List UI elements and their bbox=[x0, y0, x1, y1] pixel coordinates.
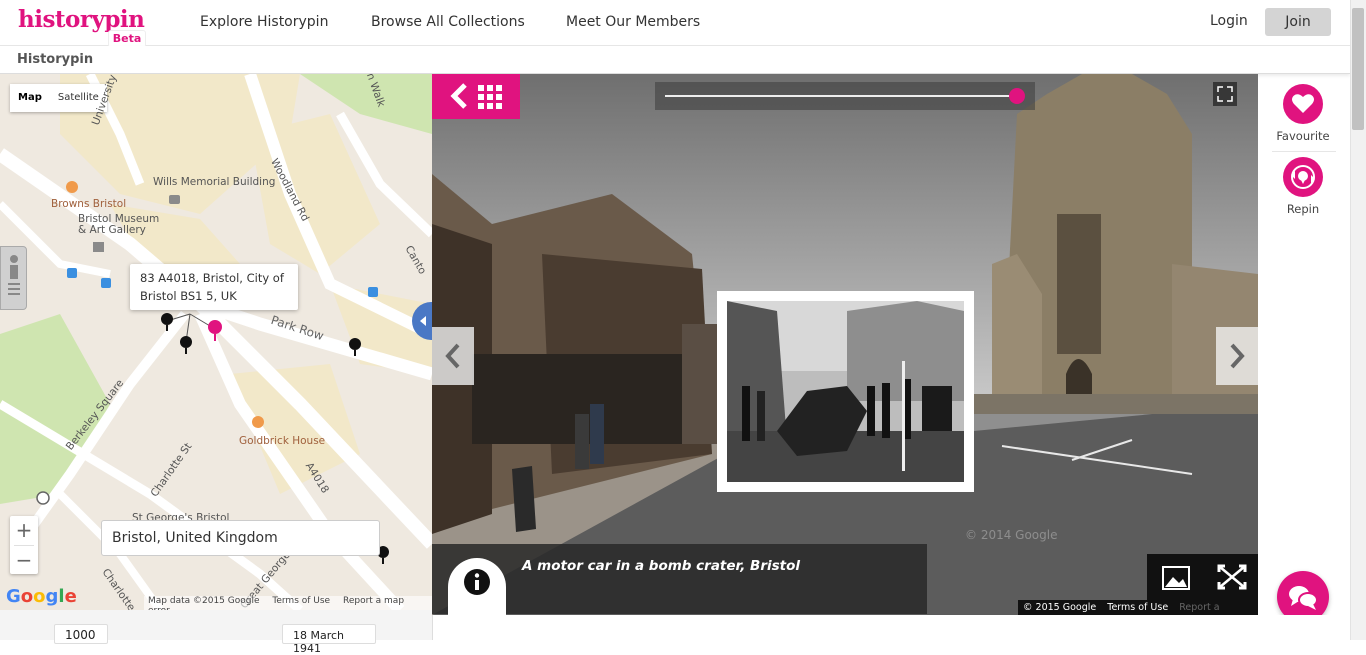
map-pin[interactable] bbox=[180, 336, 192, 354]
nav-explore-historypin[interactable]: Explore Historypin bbox=[200, 14, 328, 30]
previous-pin-button[interactable] bbox=[432, 327, 474, 385]
map-panel[interactable]: Map Satellite Wills Memorial Building Br… bbox=[0, 74, 432, 610]
location-search-input[interactable]: Bristol, United Kingdom bbox=[101, 520, 380, 556]
repin-icon bbox=[1291, 165, 1315, 189]
join-button[interactable]: Join bbox=[1265, 8, 1331, 36]
map-label-wills: Wills Memorial Building bbox=[153, 176, 276, 188]
map-footer: Map data ©2015 Google Terms of Use Repor… bbox=[144, 596, 432, 610]
address-line-1: 83 A4018, Bristol, City of bbox=[140, 271, 284, 285]
caption-bar bbox=[432, 544, 927, 614]
street-view-tools bbox=[1147, 554, 1258, 600]
favourite-button[interactable] bbox=[1283, 84, 1323, 124]
street-view-panel[interactable]: © 2014 Google A motor car in a bomb crat… bbox=[432, 74, 1258, 615]
restaurant-icon bbox=[66, 181, 78, 193]
image-icon[interactable] bbox=[1162, 566, 1190, 590]
favourite-action[interactable]: Favourite bbox=[1270, 84, 1336, 143]
chevron-left-icon bbox=[445, 343, 460, 369]
street-view-watermark: © 2014 Google bbox=[965, 528, 1058, 542]
chevron-left-icon bbox=[420, 316, 426, 326]
historic-photo[interactable] bbox=[717, 291, 974, 492]
action-divider bbox=[1272, 151, 1336, 152]
fullscreen-icon bbox=[1217, 86, 1233, 102]
expand-arrows-icon[interactable] bbox=[1217, 564, 1247, 590]
camera-icon bbox=[169, 195, 180, 204]
next-pin-button[interactable] bbox=[1216, 327, 1258, 385]
timeline-year[interactable]: 1000 bbox=[54, 624, 108, 644]
top-navigation-bar: historypin Beta Explore Historypin Brows… bbox=[0, 0, 1350, 48]
zoom-in-button[interactable]: + bbox=[10, 516, 38, 545]
historypin-logo[interactable]: historypin bbox=[18, 6, 145, 33]
breadcrumb-historypin[interactable]: Historypin bbox=[17, 52, 93, 67]
page-scrollbar-thumb[interactable] bbox=[1352, 8, 1364, 130]
fullscreen-button[interactable] bbox=[1213, 82, 1237, 106]
repin-label[interactable]: Repin bbox=[1270, 202, 1336, 216]
login-link[interactable]: Login bbox=[1210, 13, 1248, 29]
opacity-slider-handle[interactable] bbox=[1009, 88, 1025, 104]
street-view-terms-link[interactable]: Terms of Use bbox=[1107, 602, 1168, 613]
location-icon bbox=[36, 491, 50, 505]
zoom-control: + − bbox=[10, 516, 38, 574]
street-view-tools-icons bbox=[1162, 564, 1247, 590]
address-line-2: Bristol BS1 5, UK bbox=[140, 289, 237, 303]
map-label-browns: Browns Bristol bbox=[51, 198, 127, 210]
photo-caption: A motor car in a bomb crater, Bristol bbox=[522, 558, 801, 574]
repin-button[interactable] bbox=[1283, 157, 1323, 197]
google-logo: Google bbox=[6, 586, 77, 607]
bus-stop-icon bbox=[368, 287, 378, 297]
map-data-attribution: Map data ©2015 Google bbox=[148, 596, 260, 606]
opacity-slider-track[interactable] bbox=[665, 95, 1015, 97]
collapse-map-button[interactable] bbox=[412, 302, 432, 340]
info-icon bbox=[464, 569, 490, 595]
historic-photo-image bbox=[727, 301, 964, 482]
sub-header: Historypin bbox=[0, 46, 1350, 74]
map-terms-link[interactable]: Terms of Use bbox=[272, 596, 330, 606]
street-view-footer: © 2015 Google Terms of Use Report a prob… bbox=[1018, 600, 1258, 615]
map-label-goldbrick: Goldbrick House bbox=[239, 435, 326, 447]
opacity-slider[interactable] bbox=[655, 82, 1035, 110]
bus-stop-icon bbox=[67, 268, 77, 278]
favourite-label[interactable]: Favourite bbox=[1270, 129, 1336, 143]
map-label-museum-2: & Art Gallery bbox=[78, 224, 146, 236]
pegman-icon bbox=[8, 255, 20, 295]
street-view-copyright: © 2015 Google bbox=[1023, 602, 1097, 613]
zoom-out-button[interactable]: − bbox=[10, 546, 38, 575]
map-type-control: Map Satellite bbox=[10, 84, 107, 112]
timeline-date[interactable]: 18 March 1941 bbox=[282, 624, 376, 655]
chevron-left-grid-icon bbox=[450, 83, 502, 109]
info-button[interactable] bbox=[448, 558, 506, 615]
pegman-control[interactable] bbox=[0, 246, 27, 310]
nav-meet-our-members[interactable]: Meet Our Members bbox=[566, 14, 700, 30]
nav-browse-all-collections[interactable]: Browse All Collections bbox=[371, 14, 525, 30]
repin-action[interactable]: Repin bbox=[1270, 157, 1336, 216]
address-info-window[interactable]: 83 A4018, Bristol, City of Bristol BS1 5… bbox=[130, 264, 298, 310]
back-to-gallery-button[interactable] bbox=[432, 74, 520, 119]
museum-icon bbox=[93, 242, 104, 252]
chevron-right-icon bbox=[1230, 343, 1245, 369]
restaurant-icon bbox=[252, 416, 264, 428]
heart-icon bbox=[1292, 94, 1314, 113]
bus-stop-icon bbox=[101, 278, 111, 288]
below-street-view-area bbox=[432, 615, 1350, 640]
map-type-map[interactable]: Map bbox=[10, 84, 50, 112]
